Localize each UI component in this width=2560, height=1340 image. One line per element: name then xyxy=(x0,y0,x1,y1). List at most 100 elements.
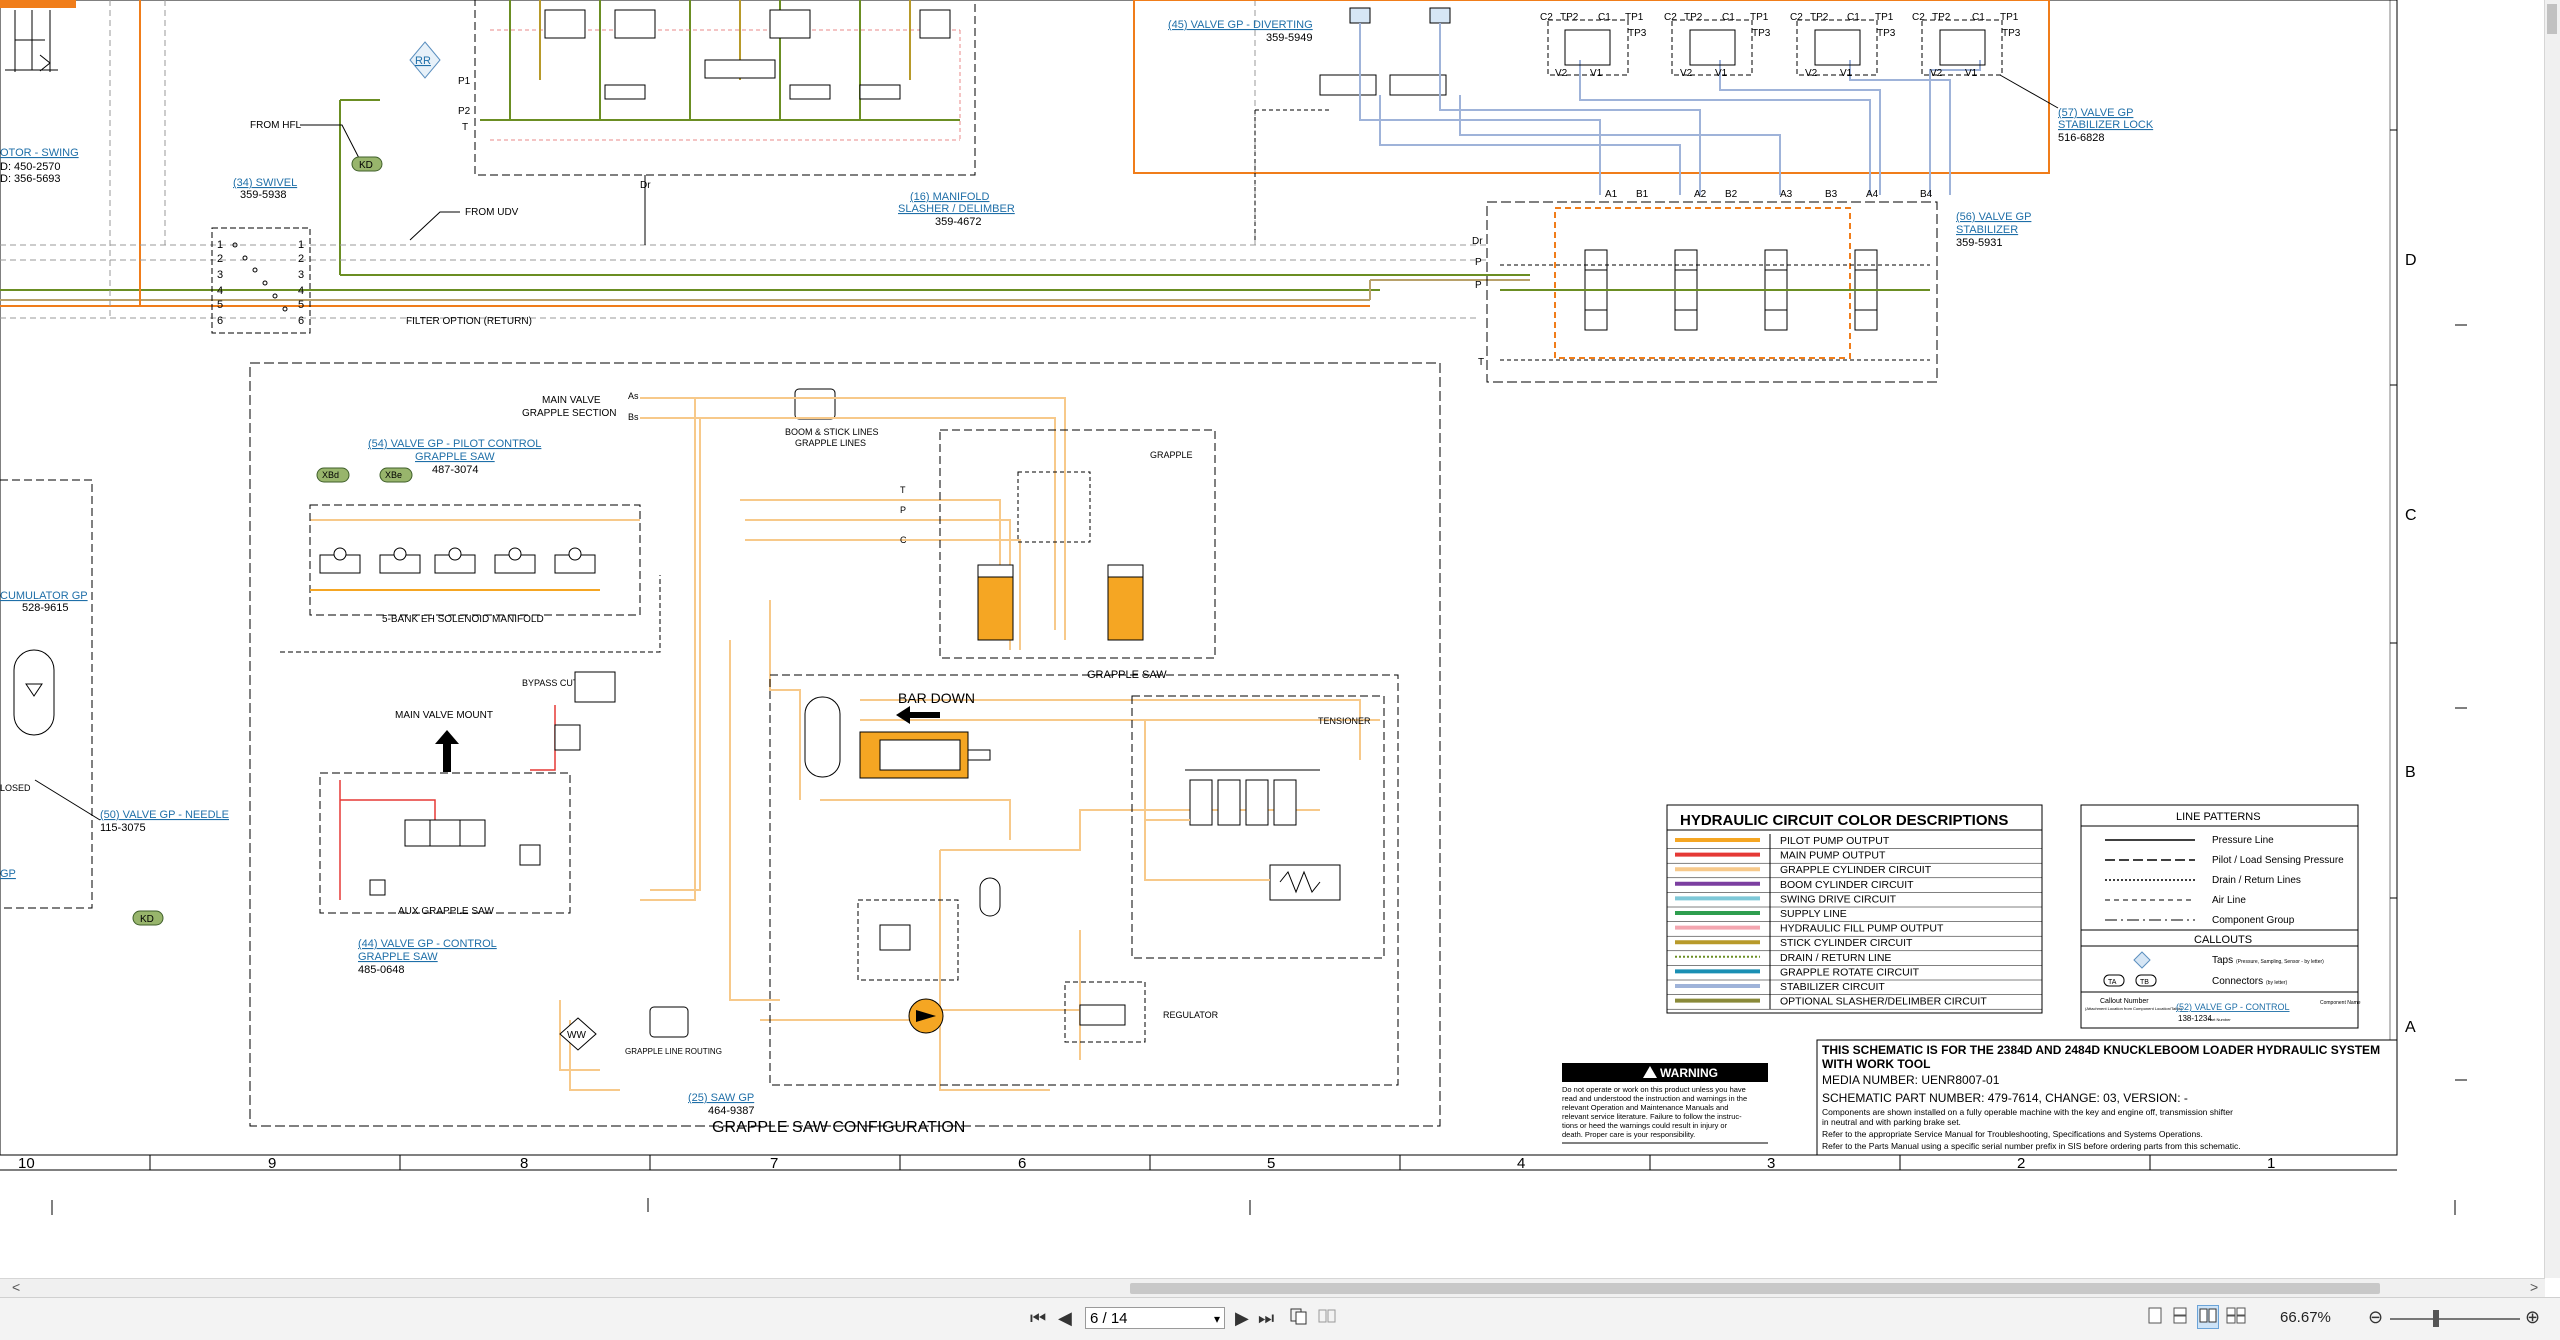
svg-text:B1: B1 xyxy=(1636,189,1649,200)
single-page-layout-icon[interactable] xyxy=(2147,1307,2163,1329)
gp-link[interactable]: GP xyxy=(0,868,16,880)
svg-text:RR: RR xyxy=(415,55,431,67)
saw-gp-link[interactable]: (25) SAW GP xyxy=(688,1092,754,1104)
needle-link[interactable]: (50) VALVE GP - NEEDLE xyxy=(100,809,229,821)
first-page-button[interactable]: ⏮ xyxy=(1030,1308,1046,1328)
svg-text:B2: B2 xyxy=(1725,189,1738,200)
bar-down-label: BAR DOWN xyxy=(898,690,975,706)
col-label-6: 6 xyxy=(1018,1155,1026,1172)
zoom-in-button[interactable]: ⊕ xyxy=(2525,1307,2540,1327)
svg-text:P: P xyxy=(1475,257,1482,268)
svg-text:V1: V1 xyxy=(1715,68,1728,79)
motor-swing-link[interactable]: OTOR - SWING xyxy=(0,147,79,159)
page-dropdown-icon[interactable]: ▾ xyxy=(1214,1308,1220,1330)
manifold-link[interactable]: (16) MANIFOLD xyxy=(910,191,990,203)
warning-title: WARNING xyxy=(1660,1066,1718,1080)
svg-text:6: 6 xyxy=(217,315,223,327)
warning-box: WARNING Do not operate or work on this p… xyxy=(1562,1063,1768,1144)
scroll-left-arrow-icon[interactable]: < xyxy=(12,1279,20,1295)
saw-tank-icon xyxy=(804,696,841,778)
dual-page-icon[interactable] xyxy=(1318,1307,1336,1325)
svg-text:TP2: TP2 xyxy=(1684,12,1703,23)
rr-tap: RR xyxy=(409,41,441,79)
page-view-icon[interactable] xyxy=(1290,1307,1308,1325)
schematic-part-number: SCHEMATIC PART NUMBER: 479-7614, CHANGE:… xyxy=(1822,1091,2188,1105)
valve-diverting-link[interactable]: (45) VALVE GP - DIVERTING xyxy=(1168,19,1313,31)
horizontal-scroll-thumb[interactable] xyxy=(1130,1283,2380,1294)
prev-page-button[interactable]: ◀ xyxy=(1058,1308,1072,1328)
svg-text:V2: V2 xyxy=(1555,68,1568,79)
from-udv-label: FROM UDV xyxy=(465,207,519,218)
stab-lock-link-2[interactable]: STABILIZER LOCK xyxy=(2058,119,2154,131)
svg-text:Part Number: Part Number xyxy=(2208,1017,2231,1022)
valve-control-link-2[interactable]: GRAPPLE SAW xyxy=(358,951,438,963)
color-table-label: BOOM CYLINDER CIRCUIT xyxy=(1780,879,1914,891)
filter-option-label: FILTER OPTION (RETURN) xyxy=(406,316,532,327)
valve-stab-link[interactable]: (56) VALVE GP xyxy=(1956,211,2031,223)
svg-text:WW: WW xyxy=(567,1030,586,1041)
svg-text:A3: A3 xyxy=(1780,189,1793,200)
scroll-right-arrow-icon[interactable]: > xyxy=(2530,1279,2538,1295)
pilot-control-link-2[interactable]: GRAPPLE SAW xyxy=(415,451,495,463)
vertical-scroll-thumb[interactable] xyxy=(2547,4,2557,34)
stab-lock-link[interactable]: (57) VALVE GP xyxy=(2058,107,2133,119)
svg-text:TP2: TP2 xyxy=(1560,12,1579,23)
page-number-value: 6 / 14 xyxy=(1090,1310,1128,1327)
stabilizer-lock-valves: C2 TP2 C1 TP1 TP3 V2 V1 C2 TP2 C1 TP1 TP… xyxy=(1540,12,2021,79)
horizontal-scrollbar[interactable]: < > xyxy=(0,1278,2545,1298)
main-valve-mount-arrow-icon xyxy=(435,730,459,772)
accumulator-link[interactable]: CUMULATOR GP xyxy=(0,590,88,602)
media-number: MEDIA NUMBER: UENR8007-01 xyxy=(1822,1073,2000,1087)
svg-text:Callout Number: Callout Number xyxy=(2100,998,2149,1005)
svg-text:(Attachment Location from Comp: (Attachment Location from Component Loca… xyxy=(2085,1006,2183,1011)
facing-layout-icon[interactable] xyxy=(2197,1305,2219,1329)
continuous-layout-icon[interactable] xyxy=(2172,1307,2188,1329)
valve-control-link[interactable]: (44) VALVE GP - CONTROL xyxy=(358,938,497,950)
valve-stab-link-2[interactable]: STABILIZER xyxy=(1956,224,2018,236)
zoom-slider[interactable] xyxy=(2390,1318,2520,1320)
pump-icon xyxy=(908,998,944,1034)
title-line-2: WITH WORK TOOL xyxy=(1822,1057,1930,1071)
svg-text:TB: TB xyxy=(2140,979,2149,986)
page-number-field[interactable]: 6 / 14 ▾ xyxy=(1085,1307,1225,1329)
accumulator-part: 528-9615 xyxy=(22,602,69,614)
svg-text:V2: V2 xyxy=(1805,68,1818,79)
color-table-label: PILOT PUMP OUTPUT xyxy=(1780,835,1890,847)
svg-text:TP1: TP1 xyxy=(1625,12,1644,23)
pilot-control-link[interactable]: (54) VALVE GP - PILOT CONTROL xyxy=(368,438,541,450)
row-label-d: D xyxy=(2405,252,2417,269)
svg-text:in neutral and with parking br: in neutral and with parking brake set. xyxy=(1822,1117,1961,1127)
saw-cylinder xyxy=(859,731,991,779)
swivel-link[interactable]: (34) SWIVEL xyxy=(233,177,297,189)
col-label-5: 5 xyxy=(1267,1155,1275,1172)
motor-part-1: D: 450-2570 xyxy=(0,161,61,173)
row-label-a: A xyxy=(2405,1019,2416,1036)
svg-text:relevant Operation and Mainten: relevant Operation and Maintenance Manua… xyxy=(1562,1103,1728,1112)
manifold-link-2[interactable]: SLASHER / DELIMBER xyxy=(898,203,1015,215)
svg-text:V1: V1 xyxy=(1840,68,1853,79)
svg-text:B3: B3 xyxy=(1825,189,1838,200)
zoom-slider-handle[interactable] xyxy=(2433,1310,2439,1327)
svg-text:Component Group: Component Group xyxy=(2212,915,2295,926)
bar-down-arrow-icon xyxy=(896,706,940,724)
facing-continuous-layout-icon[interactable] xyxy=(2226,1307,2246,1329)
zoom-out-button[interactable]: ⊖ xyxy=(2368,1307,2383,1327)
vertical-scrollbar[interactable] xyxy=(2544,0,2560,1278)
svg-text:V1: V1 xyxy=(1590,68,1603,79)
grapple-line-routing-label: GRAPPLE LINE ROUTING xyxy=(625,1047,722,1056)
title-line-1: THIS SCHEMATIC IS FOR THE 2384D AND 2484… xyxy=(1822,1043,2380,1057)
next-page-button[interactable]: ▶ xyxy=(1235,1308,1249,1328)
svg-text:TA: TA xyxy=(2108,979,2117,986)
document-page: D C B A 10 9 8 7 6 5 4 3 2 1 OTOR - SWIN… xyxy=(0,0,2545,1278)
from-hfl-label: FROM HFL xyxy=(250,120,302,131)
svg-text:B4: B4 xyxy=(1920,189,1933,200)
svg-text:V1: V1 xyxy=(1965,68,1978,79)
svg-text:Refer to the appropriate Servi: Refer to the appropriate Service Manual … xyxy=(1822,1129,2203,1139)
svg-text:Connectors: Connectors xyxy=(2212,976,2263,987)
needle-part: 115-3075 xyxy=(100,822,146,834)
svg-text:5: 5 xyxy=(217,299,223,311)
last-page-button[interactable]: ⏭ xyxy=(1258,1308,1274,1328)
line-patterns-title: LINE PATTERNS xyxy=(2176,811,2261,823)
svg-text:P: P xyxy=(900,505,906,515)
ww-tap: WW xyxy=(559,1017,597,1051)
